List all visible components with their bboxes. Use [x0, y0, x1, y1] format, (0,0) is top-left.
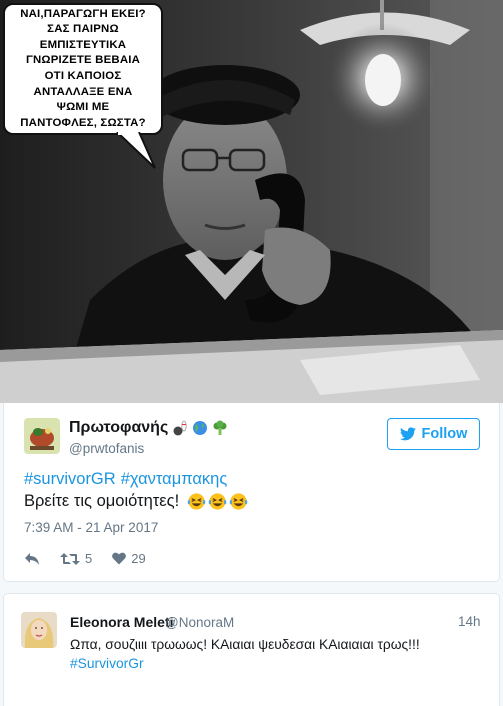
- retweet-icon: [60, 552, 80, 565]
- reply-display-name[interactable]: Eleonora Meleti: [70, 614, 173, 630]
- reply-avatar[interactable]: [21, 612, 57, 648]
- reply-icon: [25, 552, 39, 565]
- tweet-card: Πρωτοφανής @prwtofanis Follow #survivorG…: [3, 403, 500, 582]
- reply-handle[interactable]: @NonoraM: [165, 615, 234, 630]
- bowling-icon: [173, 420, 187, 436]
- laughing-tears-icon: [187, 493, 206, 510]
- tweet-author[interactable]: Πρωτοφανής: [69, 419, 228, 437]
- laughing-tears-icon: [208, 493, 227, 510]
- author-handle[interactable]: @prwtofanis: [69, 441, 144, 456]
- globe-icon: [193, 421, 208, 435]
- hashtag-link[interactable]: #χανταμπακης: [121, 470, 228, 489]
- tweet-body: Βρείτε τις ομοιότητες!: [24, 492, 180, 510]
- laughing-tears-icon: [229, 493, 248, 510]
- display-name[interactable]: Πρωτοφανής: [69, 419, 168, 437]
- heart-icon: [112, 552, 127, 565]
- reply-hashtag[interactable]: #SurvivorGr: [70, 656, 144, 671]
- tweet-text: Βρείτε τις ομοιότητες!: [24, 492, 248, 511]
- broccoli-icon: [213, 420, 227, 435]
- retweet-count: 5: [85, 551, 93, 566]
- avatar[interactable]: [24, 418, 60, 454]
- follow-button[interactable]: Follow: [387, 418, 480, 450]
- reply-time[interactable]: 14h: [458, 614, 481, 629]
- like-count: 29: [131, 551, 146, 566]
- tweet-embed-page: ΝΑΙ,ΠΑΡΑΓΩΓΗ ΕΚΕΙ? ΣΑΣ ΠΑΙΡΝΩ ΕΜΠΙΣΤΕΥΤΙ…: [0, 0, 503, 706]
- retweet-button[interactable]: 5: [60, 551, 92, 566]
- tweet-actions: 5 29: [24, 551, 146, 566]
- twitter-bird-icon: [399, 427, 416, 441]
- reply-avatar-image: [21, 612, 57, 648]
- tweet-hashtags: #survivorGR #χανταμπακης: [24, 470, 227, 489]
- follow-label: Follow: [421, 426, 468, 442]
- meme-photo: ΝΑΙ,ΠΑΡΑΓΩΓΗ ΕΚΕΙ? ΣΑΣ ΠΑΙΡΝΩ ΕΜΠΙΣΤΕΥΤΙ…: [0, 0, 503, 403]
- reply-text: Ωπα, σουζιιιι τρωωως! ΚΑιαιαι ψευδεσαι Κ…: [70, 637, 420, 652]
- speech-bubble: ΝΑΙ,ΠΑΡΑΓΩΓΗ ΕΚΕΙ? ΣΑΣ ΠΑΙΡΝΩ ΕΜΠΙΣΤΕΥΤΙ…: [3, 3, 163, 135]
- hashtag-link[interactable]: #survivorGR: [24, 470, 116, 489]
- tweet-timestamp[interactable]: 7:39 AM - 21 Apr 2017: [24, 520, 158, 535]
- speech-bubble-text: ΝΑΙ,ΠΑΡΑΓΩΓΗ ΕΚΕΙ? ΣΑΣ ΠΑΙΡΝΩ ΕΜΠΙΣΤΕΥΤΙ…: [20, 7, 146, 129]
- avatar-image: [24, 418, 60, 454]
- reply-card: Eleonora Meleti @NonoraM 14h Ωπα, σουζιι…: [3, 593, 500, 706]
- like-button[interactable]: 29: [112, 551, 146, 566]
- reply-button[interactable]: [24, 552, 40, 566]
- speech-bubble-tail: [116, 132, 156, 169]
